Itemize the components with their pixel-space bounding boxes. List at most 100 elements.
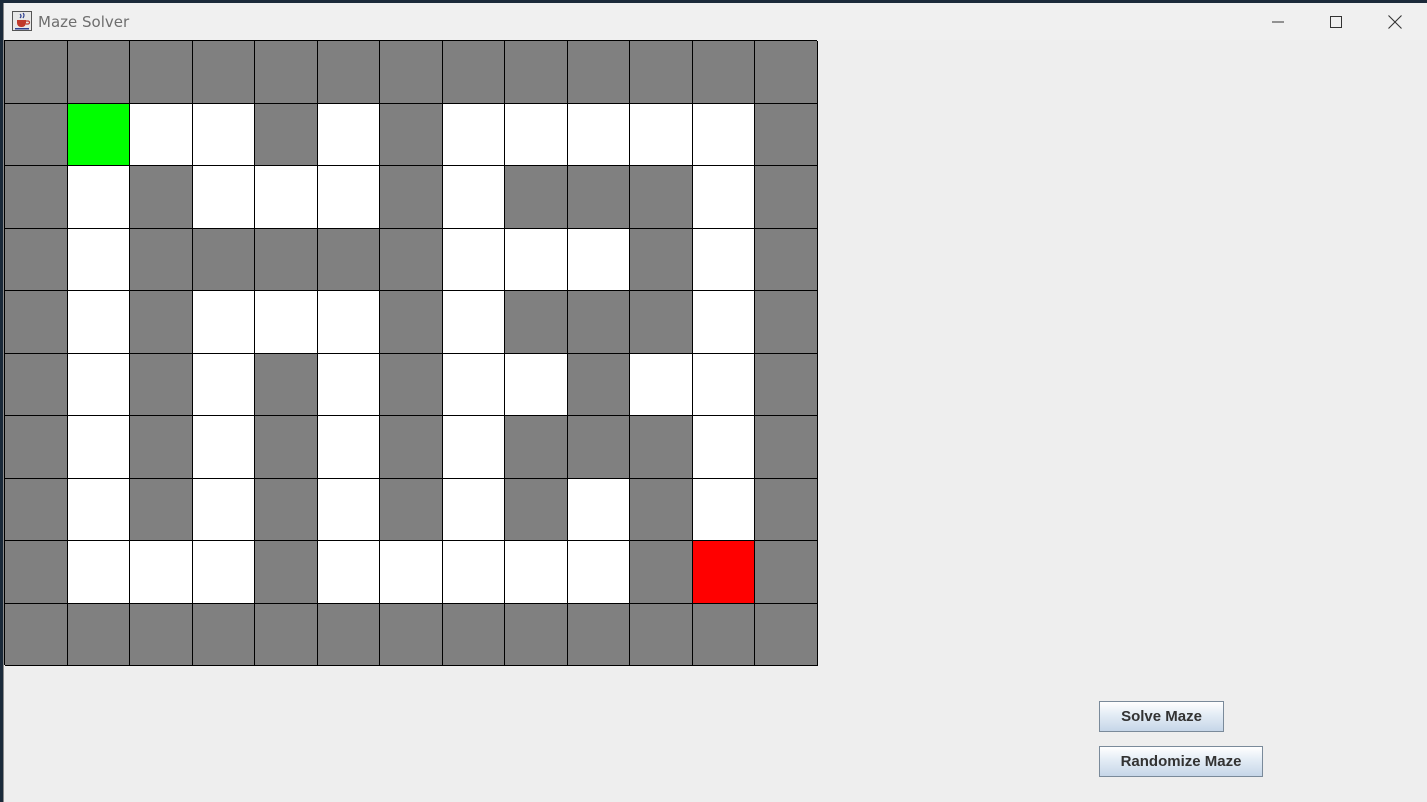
- maximize-button[interactable]: [1307, 3, 1365, 40]
- maze-cell-wall-r6-c9: [567, 416, 630, 479]
- maze-cell-open-r4-c4: [255, 291, 318, 354]
- maze-cell-wall-r5-c12: [755, 353, 818, 416]
- maze-cell-open-r8-c3: [192, 541, 255, 604]
- maze-cell-open-r5-c5: [317, 353, 380, 416]
- maze-cell-wall-r4-c12: [755, 291, 818, 354]
- maze-cell-open-r8-c8: [505, 541, 568, 604]
- maze-cell-wall-r3-c5: [317, 228, 380, 291]
- maze-cell-open-r7-c5: [317, 478, 380, 541]
- maze-cell-open-r4-c5: [317, 291, 380, 354]
- maze-cell-wall-r9-c4: [255, 603, 318, 666]
- maximize-icon: [1330, 15, 1342, 28]
- maze-cell-wall-r6-c8: [505, 416, 568, 479]
- maze-cell-wall-r9-c2: [130, 603, 193, 666]
- maze-cell-open-r7-c3: [192, 478, 255, 541]
- maze-cell-open-r5-c11: [692, 353, 755, 416]
- maze-cell-wall-r4-c8: [505, 291, 568, 354]
- maze-cell-wall-r4-c0: [5, 291, 68, 354]
- maze-cell-wall-r5-c0: [5, 353, 68, 416]
- maze-cell-wall-r3-c3: [192, 228, 255, 291]
- maze-cell-open-r7-c11: [692, 478, 755, 541]
- maze-cell-wall-r6-c10: [630, 416, 693, 479]
- maze-cell-wall-r3-c6: [380, 228, 443, 291]
- maze-cell-wall-r3-c12: [755, 228, 818, 291]
- maze-cell-wall-r2-c12: [755, 166, 818, 229]
- maze-cell-wall-r6-c2: [130, 416, 193, 479]
- maze-cell-wall-r9-c5: [317, 603, 380, 666]
- maze-cell-open-r8-c1: [67, 541, 130, 604]
- maze-cell-wall-r6-c4: [255, 416, 318, 479]
- maze-cell-open-r3-c8: [505, 228, 568, 291]
- maze-cell-wall-r0-c12: [755, 41, 818, 104]
- maze-cell-open-r3-c9: [567, 228, 630, 291]
- window-title: Maze Solver: [38, 13, 130, 31]
- maze-cell-wall-r7-c0: [5, 478, 68, 541]
- maze-cell-wall-r3-c10: [630, 228, 693, 291]
- maze-cell-open-r7-c1: [67, 478, 130, 541]
- maze-cell-wall-r0-c5: [317, 41, 380, 104]
- maze-cell-wall-r5-c6: [380, 353, 443, 416]
- maze-cell-wall-r6-c12: [755, 416, 818, 479]
- maze-cell-wall-r0-c10: [630, 41, 693, 104]
- maze-cell-wall-r6-c0: [5, 416, 68, 479]
- maze-cell-open-r3-c1: [67, 228, 130, 291]
- maze-cell-open-r8-c6: [380, 541, 443, 604]
- maze-cell-wall-r7-c6: [380, 478, 443, 541]
- maze-cell-wall-r7-c8: [505, 478, 568, 541]
- maze-cell-end-r8-c11: [692, 541, 755, 604]
- maze-cell-wall-r3-c4: [255, 228, 318, 291]
- maze-cell-wall-r5-c4: [255, 353, 318, 416]
- maze-cell-open-r6-c3: [192, 416, 255, 479]
- maze-cell-wall-r0-c11: [692, 41, 755, 104]
- maze-cell-open-r7-c7: [442, 478, 505, 541]
- maze-cell-wall-r0-c0: [5, 41, 68, 104]
- maze-cell-wall-r9-c8: [505, 603, 568, 666]
- solve-maze-button[interactable]: Solve Maze: [1099, 701, 1224, 732]
- maze-cell-wall-r2-c2: [130, 166, 193, 229]
- maze-cell-wall-r9-c10: [630, 603, 693, 666]
- maze-cell-open-r2-c1: [67, 166, 130, 229]
- maze-grid: [4, 40, 818, 666]
- maze-cell-wall-r4-c9: [567, 291, 630, 354]
- close-button[interactable]: [1366, 3, 1424, 40]
- maze-cell-wall-r4-c6: [380, 291, 443, 354]
- maze-cell-wall-r9-c3: [192, 603, 255, 666]
- maze-cell-open-r8-c5: [317, 541, 380, 604]
- minimize-button[interactable]: [1249, 3, 1307, 40]
- maze-cell-wall-r2-c0: [5, 166, 68, 229]
- randomize-maze-button[interactable]: Randomize Maze: [1099, 746, 1263, 777]
- maze-cell-wall-r9-c6: [380, 603, 443, 666]
- maze-cell-wall-r0-c9: [567, 41, 630, 104]
- maze-cell-wall-r5-c2: [130, 353, 193, 416]
- maze-cell-wall-r7-c2: [130, 478, 193, 541]
- maze-cell-open-r2-c3: [192, 166, 255, 229]
- maze-cell-wall-r0-c2: [130, 41, 193, 104]
- maze-cell-wall-r7-c12: [755, 478, 818, 541]
- maze-cell-open-r8-c2: [130, 541, 193, 604]
- maze-cell-open-r2-c4: [255, 166, 318, 229]
- maze-cell-wall-r8-c12: [755, 541, 818, 604]
- maze-cell-open-r3-c7: [442, 228, 505, 291]
- maze-cell-open-r6-c5: [317, 416, 380, 479]
- maze-cell-open-r6-c1: [67, 416, 130, 479]
- maze-cell-start-r1-c1: [67, 103, 130, 166]
- close-icon: [1388, 14, 1402, 29]
- maze-cell-open-r8-c9: [567, 541, 630, 604]
- maze-cell-wall-r8-c10: [630, 541, 693, 604]
- maze-cell-wall-r5-c9: [567, 353, 630, 416]
- maze-cell-wall-r2-c10: [630, 166, 693, 229]
- maze-cell-open-r1-c8: [505, 103, 568, 166]
- maze-cell-wall-r6-c6: [380, 416, 443, 479]
- maze-cell-wall-r7-c10: [630, 478, 693, 541]
- maze-cell-wall-r2-c9: [567, 166, 630, 229]
- maze-cell-wall-r3-c2: [130, 228, 193, 291]
- maze-cell-open-r4-c3: [192, 291, 255, 354]
- maze-cell-wall-r9-c12: [755, 603, 818, 666]
- minimize-icon: [1272, 21, 1284, 22]
- maze-cell-wall-r8-c4: [255, 541, 318, 604]
- title-bar[interactable]: Maze Solver: [4, 3, 1427, 40]
- maze-cell-open-r1-c11: [692, 103, 755, 166]
- maze-cell-open-r1-c10: [630, 103, 693, 166]
- maze-cell-open-r1-c9: [567, 103, 630, 166]
- maze-cell-open-r5-c8: [505, 353, 568, 416]
